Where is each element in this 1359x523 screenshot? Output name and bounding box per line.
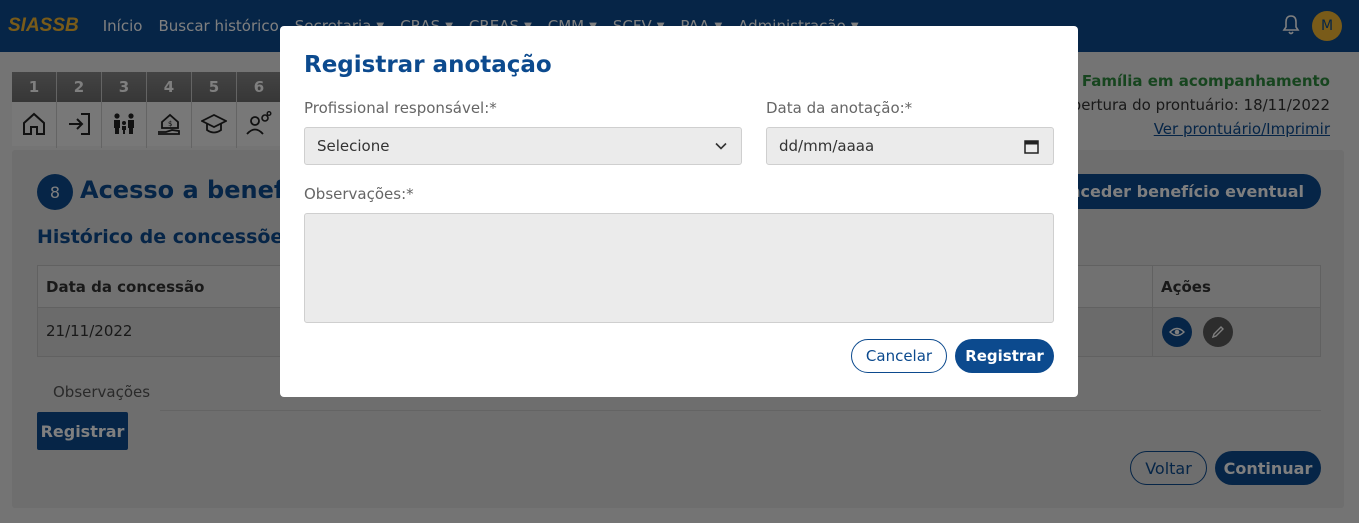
professional-select-value: Selecione	[317, 137, 390, 155]
register-note-modal: Registrar anotação Profissional responsá…	[280, 26, 1078, 397]
modal-title: Registrar anotação	[304, 52, 552, 78]
cancel-button[interactable]: Cancelar	[851, 339, 947, 373]
professional-label: Profissional responsável:*	[304, 99, 497, 117]
professional-select[interactable]: Selecione	[304, 127, 742, 165]
observations-label: Observações:*	[304, 185, 414, 203]
chevron-down-icon	[715, 142, 727, 150]
date-placeholder: dd/mm/aaaa	[779, 137, 875, 155]
submit-register-button[interactable]: Registrar	[955, 339, 1054, 373]
observations-textarea[interactable]	[304, 213, 1054, 323]
note-date-label: Data da anotação:*	[766, 99, 913, 117]
calendar-icon[interactable]	[1024, 139, 1039, 154]
note-date-input[interactable]: dd/mm/aaaa	[766, 127, 1054, 165]
